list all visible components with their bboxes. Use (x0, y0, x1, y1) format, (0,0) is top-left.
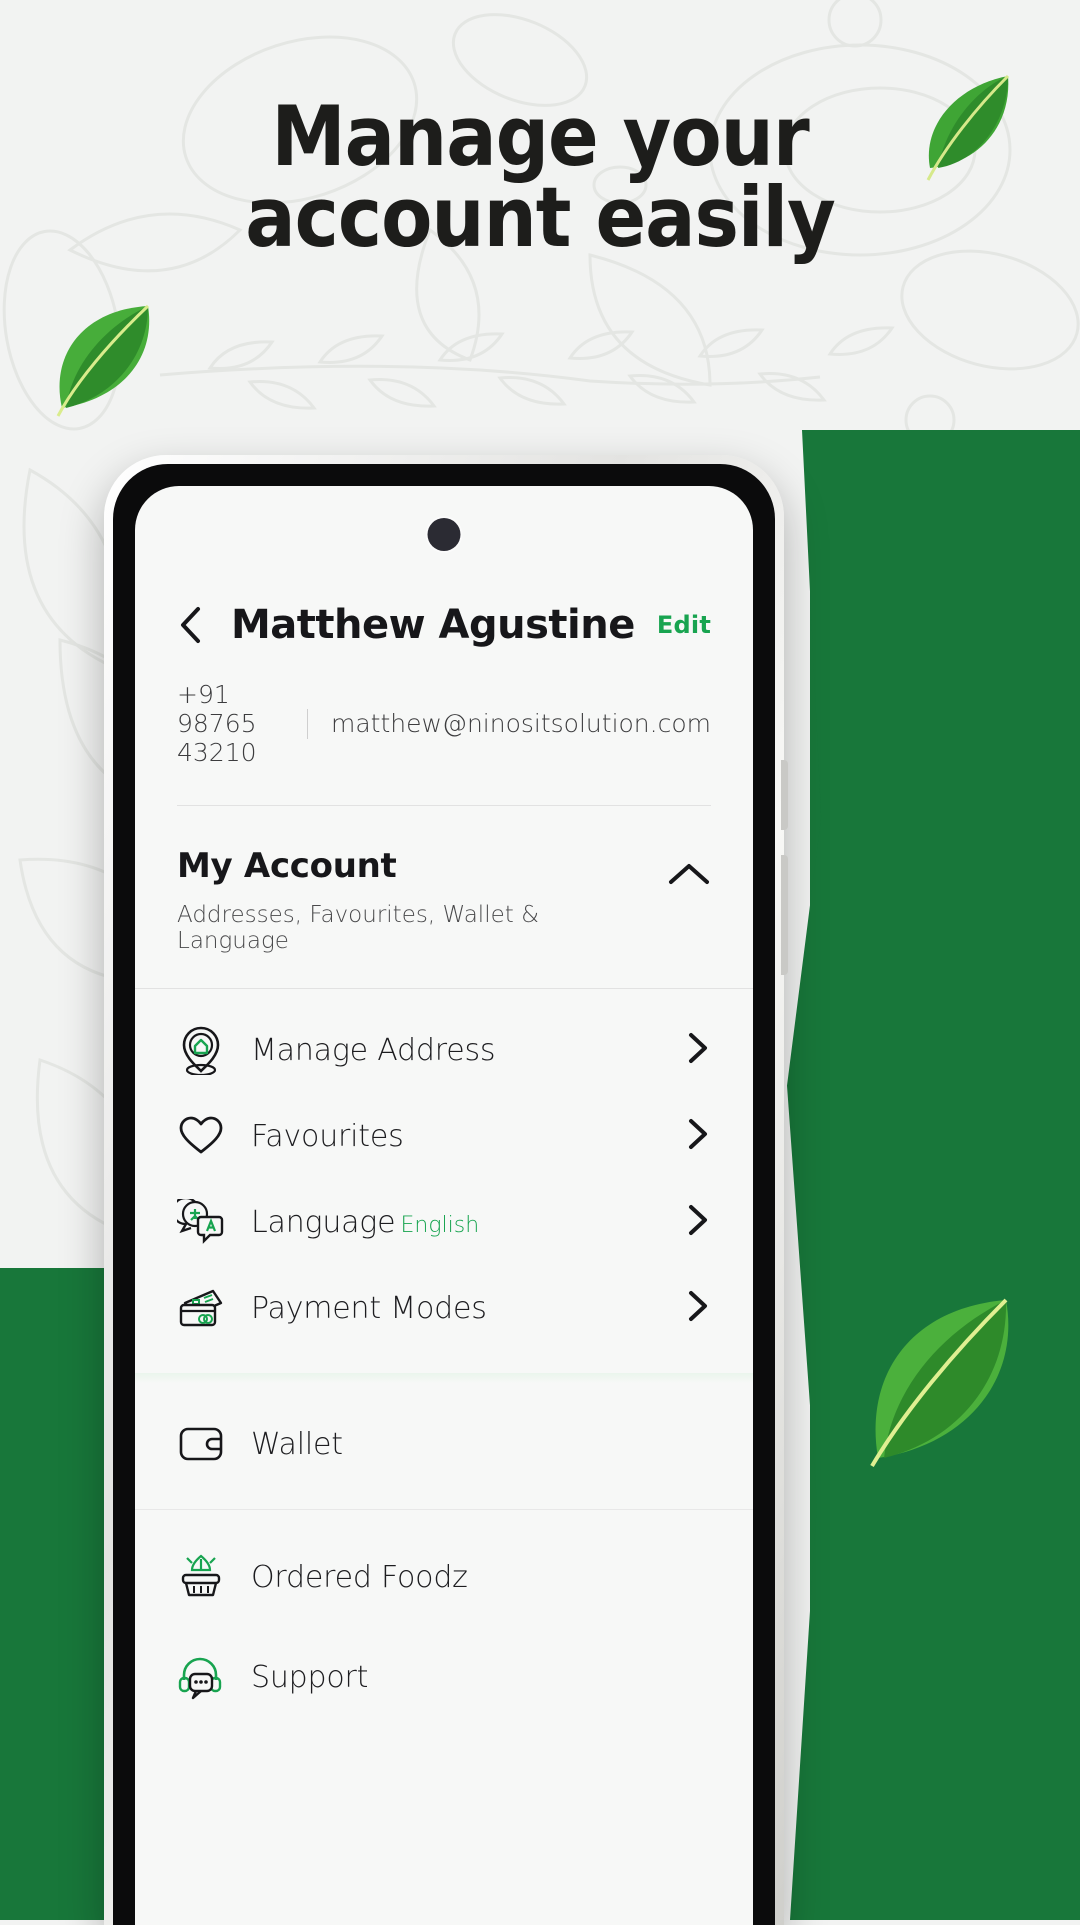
my-account-subtitle: Addresses, Favourites, Wallet & Language (177, 902, 653, 954)
chevron-right-icon[interactable] (673, 1203, 711, 1241)
my-account-texts: My Account Addresses, Favourites, Wallet… (177, 846, 653, 954)
location-home-pin-icon (177, 1025, 225, 1075)
heart-icon (177, 1115, 225, 1157)
phone-side-button[interactable] (781, 760, 788, 830)
row-divider (135, 1509, 753, 1510)
food-basket-icon (177, 1553, 225, 1601)
email-address: matthew@ninositsolution.com (331, 709, 711, 738)
list-item[interactable]: Manage Address (135, 1007, 753, 1093)
list-item[interactable]: Language English (135, 1179, 753, 1265)
phone-mockup: Matthew Agustine Edit +91 98765 43210 ma… (104, 455, 784, 1925)
leaf-icon (916, 68, 1016, 188)
page-title: Matthew Agustine (231, 602, 647, 648)
phone-bezel: Matthew Agustine Edit +91 98765 43210 ma… (113, 464, 775, 1925)
list-item-text: Support (251, 1660, 711, 1695)
list-item-label: Payment Modes (251, 1291, 487, 1326)
list-item-text: Language English (251, 1205, 673, 1240)
list-item-text: Manage Address (251, 1033, 673, 1068)
credit-card-icon (177, 1287, 225, 1329)
list-item-label: Favourites (251, 1119, 404, 1154)
list-item[interactable]: Favourites (135, 1093, 753, 1179)
edit-button[interactable]: Edit (647, 611, 711, 639)
my-account-title: My Account (177, 846, 653, 886)
phone-number: +91 98765 43210 (177, 680, 283, 767)
headset-support-icon (177, 1654, 225, 1700)
list-item-label: Manage Address (251, 1033, 495, 1068)
list-item-text: Favourites (251, 1119, 673, 1154)
front-camera-icon (428, 518, 461, 551)
list-item[interactable]: Wallet (135, 1401, 753, 1487)
leaf-icon (48, 300, 158, 418)
list-item-text: Ordered Foodz (251, 1560, 711, 1595)
list-item[interactable]: Ordered Foodz (135, 1534, 753, 1620)
wallet-icon (177, 1424, 225, 1464)
green-brush-panel-right (810, 430, 1080, 1920)
translate-icon (177, 1199, 225, 1245)
list-item-text: Wallet (251, 1427, 711, 1462)
chevron-right-icon[interactable] (673, 1117, 711, 1155)
my-account-accordion[interactable]: My Account Addresses, Favourites, Wallet… (135, 806, 753, 988)
chevron-right-icon[interactable] (673, 1031, 711, 1069)
phone-screen: Matthew Agustine Edit +91 98765 43210 ma… (135, 486, 753, 1925)
headline-line-2: account easily (0, 177, 1080, 258)
list-item-label: Language (251, 1205, 395, 1240)
accordion-divider (135, 988, 753, 989)
phone-volume-button[interactable] (781, 855, 788, 975)
section-separator (135, 1373, 753, 1383)
list-item[interactable]: Support (135, 1634, 753, 1720)
list-item-label: Ordered Foodz (251, 1560, 468, 1595)
list-item-value: English (400, 1213, 479, 1238)
list-item[interactable]: Payment Modes (135, 1265, 753, 1351)
list-item-label: Wallet (251, 1427, 343, 1462)
leaf-icon (860, 1290, 1020, 1470)
profile-name-row: Matthew Agustine Edit (177, 602, 711, 648)
list-item-text: Payment Modes (251, 1291, 673, 1326)
chevron-left-icon[interactable] (177, 605, 211, 645)
contact-row: +91 98765 43210 matthew@ninositsolution.… (177, 680, 711, 767)
chevron-up-icon[interactable] (653, 860, 711, 892)
chevron-right-icon[interactable] (673, 1289, 711, 1327)
list-item-label: Support (251, 1660, 368, 1695)
